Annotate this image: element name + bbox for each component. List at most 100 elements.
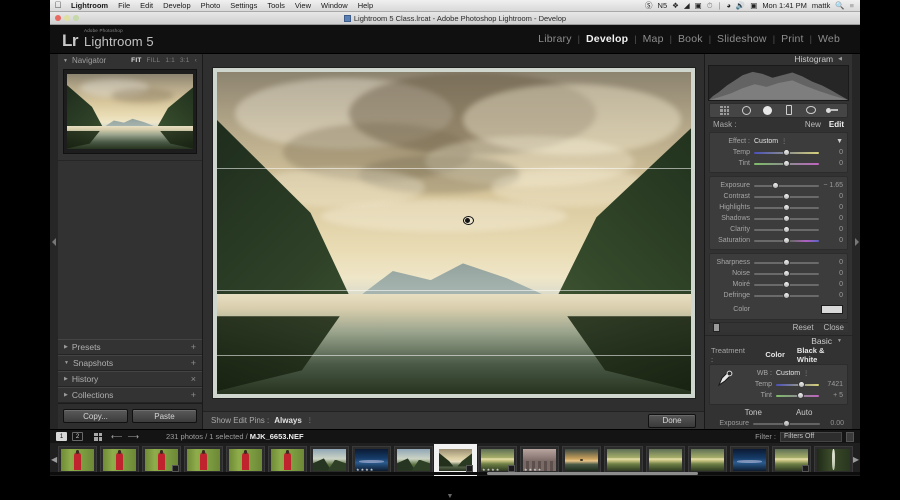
menu-item-window[interactable]: Window	[316, 0, 353, 12]
zoom-button[interactable]	[73, 15, 79, 21]
histogram-header[interactable]: Histogram ◀	[705, 54, 852, 64]
wb-slider-tint[interactable]: Tint + 5	[736, 390, 843, 401]
module-book[interactable]: Book	[672, 33, 709, 45]
module-library[interactable]: Library	[532, 33, 578, 45]
navigator-header[interactable]: ▼ Navigator FIT FILL 1:1 3:1 ‹	[58, 54, 202, 67]
slider-knob[interactable]	[783, 237, 790, 244]
chevron-updown-icon[interactable]: ⋮	[803, 370, 809, 377]
close-button[interactable]	[55, 15, 61, 21]
minimize-button[interactable]	[64, 15, 70, 21]
filmstrip-thumbnail[interactable]: ★★★★	[352, 445, 391, 474]
view-monitor-2-button[interactable]: 2	[72, 432, 83, 441]
presets-add-icon[interactable]: +	[191, 342, 196, 352]
bar-icon[interactable]: ∣	[718, 0, 722, 12]
filmstrip-scroll-left-icon[interactable]: ◀	[51, 455, 57, 464]
brush-slider-defringe[interactable]: Defringe 0	[714, 290, 843, 301]
slider-knob[interactable]	[783, 270, 790, 277]
filmstrip-thumbnail[interactable]	[268, 445, 307, 474]
paste-button[interactable]: Paste	[132, 409, 197, 423]
effect-value[interactable]: Custom	[754, 138, 778, 145]
list-icon[interactable]: ≡	[850, 0, 854, 12]
filmstrip-thumbnail[interactable]	[730, 445, 769, 474]
filmstrip-thumbnail[interactable]	[604, 445, 643, 474]
filmstrip-thumbnail[interactable]	[688, 445, 727, 474]
brush-slider-tint[interactable]: Tint 0	[714, 158, 843, 169]
dropbox-icon[interactable]: ◢	[684, 0, 690, 12]
spot-removal-icon[interactable]	[740, 104, 753, 117]
zoom-fit[interactable]: FIT	[131, 57, 141, 64]
filter-select[interactable]: Filters Off	[780, 431, 842, 442]
brush-slider-temp[interactable]: Temp 0	[714, 147, 843, 158]
filmstrip-thumbnail[interactable]	[310, 445, 349, 474]
slider-knob[interactable]	[783, 193, 790, 200]
slider-knob[interactable]	[783, 281, 790, 288]
filmstrip-thumbnail[interactable]	[646, 445, 685, 474]
filmstrip-scrollbar[interactable]	[50, 472, 860, 475]
brush-slider-moire[interactable]: Moiré 0	[714, 279, 843, 290]
color-swatch[interactable]	[821, 305, 843, 314]
treatment-bw-option[interactable]: Black & White	[791, 346, 848, 364]
brush-slider-highlights[interactable]: Highlights 0	[714, 202, 843, 213]
filmstrip-thumbnail[interactable]	[100, 445, 139, 474]
slider-knob[interactable]	[783, 160, 790, 167]
menu-item-view[interactable]: View	[290, 0, 316, 12]
menu-item-lightroom[interactable]: Lightroom	[66, 0, 113, 12]
basic-slider-exposure[interactable]: Exposure 0.00	[713, 418, 844, 429]
brush-slider-noise[interactable]: Noise 0	[714, 268, 843, 279]
navigator-preview[interactable]	[63, 69, 197, 154]
white-balance-selector-icon[interactable]	[714, 368, 736, 401]
mask-new-button[interactable]: New	[805, 120, 821, 129]
copy-button[interactable]: Copy...	[63, 409, 128, 423]
history-clear-icon[interactable]: ×	[191, 374, 196, 384]
search-icon[interactable]: 🔍	[835, 0, 844, 12]
main-photo[interactable]	[216, 71, 691, 394]
radial-filter-icon[interactable]	[804, 104, 817, 117]
wifi-icon[interactable]: ◕	[726, 0, 731, 12]
menu-item-file[interactable]: File	[113, 0, 135, 12]
brush-slider-saturation[interactable]: Saturation 0	[714, 235, 843, 246]
filmstrip-thumbnail[interactable]	[58, 445, 97, 474]
grid-view-icon[interactable]	[94, 432, 102, 441]
filmstrip-thumbnail[interactable]: ★★★★	[520, 445, 559, 474]
filmstrip-thumbnail[interactable]	[226, 445, 265, 474]
chevron-updown-icon[interactable]: ⋮	[307, 417, 313, 424]
slider-knob[interactable]	[798, 381, 806, 388]
brush-reset-button[interactable]: Reset	[793, 323, 814, 332]
clock-icon[interactable]: ⏱	[707, 0, 713, 12]
chevron-left-icon[interactable]: ◀	[838, 56, 842, 62]
input-source-icon[interactable]: ▣	[750, 0, 757, 12]
filmstrip-thumbnail[interactable]	[394, 445, 433, 474]
module-develop[interactable]: Develop	[580, 33, 634, 45]
slider-knob[interactable]	[783, 204, 790, 211]
slider-knob[interactable]	[772, 182, 780, 189]
filmstrip-scroll-thumb[interactable]	[487, 472, 698, 475]
screen-share-icon[interactable]: ▣	[695, 0, 702, 12]
done-button[interactable]: Done	[648, 413, 696, 428]
apple-logo-icon[interactable]: 	[50, 1, 66, 10]
brush-slider-contrast[interactable]: Contrast 0	[714, 191, 843, 202]
zoom-3-1[interactable]: 3:1	[180, 57, 190, 64]
filmstrip-thumbnail[interactable]	[814, 445, 853, 474]
brush-slider-sharpness[interactable]: Sharpness 0	[714, 257, 843, 268]
zoom-fill[interactable]: FILL	[147, 57, 161, 64]
brush-slider-shadows[interactable]: Shadows 0	[714, 213, 843, 224]
toggle-switch-icon[interactable]	[713, 323, 720, 332]
module-print[interactable]: Print	[775, 33, 810, 45]
menubar-clock[interactable]: Mon 1:41 PM	[762, 0, 807, 12]
brush-close-button[interactable]: Close	[824, 323, 844, 332]
filter-toggle-icon[interactable]	[846, 431, 854, 442]
zoom-more[interactable]: ‹	[195, 57, 197, 64]
wb-value[interactable]: Custom	[776, 370, 800, 377]
histogram-graph[interactable]	[708, 65, 849, 101]
menu-item-develop[interactable]: Develop	[158, 0, 196, 12]
n5-indicator-icon[interactable]: N5	[658, 0, 668, 12]
module-slideshow[interactable]: Slideshow	[711, 33, 773, 45]
at-icon[interactable]: Ⓢ	[645, 0, 653, 12]
filmstrip-thumbnail[interactable]	[562, 445, 601, 474]
slider-knob[interactable]	[783, 420, 790, 427]
arrow-right-icon[interactable]: ⟶	[127, 432, 138, 441]
image-canvas[interactable]	[203, 54, 704, 411]
brush-slider-clarity[interactable]: Clarity 0	[714, 224, 843, 235]
module-web[interactable]: Web	[812, 33, 846, 45]
slider-knob[interactable]	[783, 292, 790, 299]
